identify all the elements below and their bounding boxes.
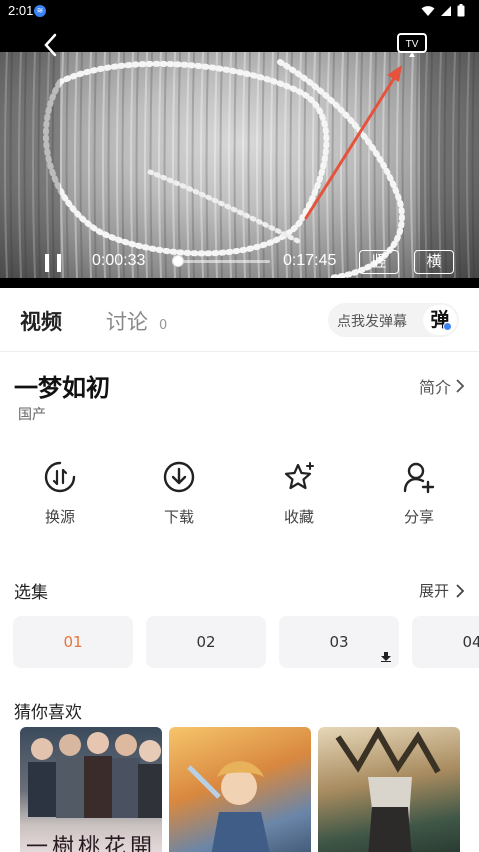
episode-number: 03 xyxy=(329,633,349,651)
show-region: 国产 xyxy=(18,407,46,423)
action-label: 分享 xyxy=(403,508,434,526)
signal-icon xyxy=(441,5,451,16)
danmaku-prompt: 点我发弹幕 xyxy=(337,314,407,330)
intro-link[interactable]: 简介 xyxy=(419,374,465,398)
chevron-right-icon xyxy=(456,379,465,393)
battery-icon xyxy=(457,4,465,17)
landscape-button[interactable]: 横 xyxy=(414,250,454,274)
status-time: 2:01 xyxy=(8,3,34,18)
switch-source-button[interactable]: 换源 xyxy=(20,460,100,527)
total-time: 0:17:45 xyxy=(283,252,337,269)
show-title: 一梦如初 xyxy=(14,374,110,402)
annotation-arrow xyxy=(304,65,402,220)
video-player[interactable]: TV 0:00:33 0:17:45 竖 横 xyxy=(0,22,479,288)
action-label: 换源 xyxy=(44,508,75,526)
discuss-count: 0 xyxy=(159,318,168,333)
share-button[interactable]: 分享 xyxy=(379,460,459,527)
tab-discuss[interactable]: 讨论 xyxy=(106,306,148,336)
status-icons xyxy=(421,4,465,17)
episode-item[interactable]: 01 xyxy=(13,616,133,668)
episode-list: 01 02 03 04 xyxy=(13,616,479,668)
star-icon xyxy=(284,462,314,490)
recommend-poster[interactable] xyxy=(318,727,460,852)
pause-button[interactable] xyxy=(42,252,66,274)
recommend-list: 一樹桃花開 xyxy=(20,727,479,852)
danmaku-input-button[interactable]: 点我发弹幕 弹 xyxy=(328,303,459,337)
status-bar: 2:01 ≋ xyxy=(0,0,479,22)
recommend-heading: 猜你喜欢 xyxy=(14,703,82,723)
action-bar: 换源 下载 收藏 分享 xyxy=(0,460,479,530)
expand-label: 展开 xyxy=(418,582,449,600)
recommend-poster[interactable]: 一樹桃花開 xyxy=(20,727,162,852)
episodes-heading: 选集 xyxy=(14,583,48,603)
poster-caption: 一樹桃花開 xyxy=(25,835,156,852)
poster-image xyxy=(335,727,441,852)
portrait-button[interactable]: 竖 xyxy=(359,250,399,274)
seek-handle[interactable] xyxy=(172,255,184,267)
action-label: 下载 xyxy=(163,508,194,526)
detail-tabs: 视频 讨论 0 点我发弹幕 弹 xyxy=(0,288,479,352)
current-time: 0:00:33 xyxy=(92,252,146,269)
recommend-poster[interactable] xyxy=(169,727,311,852)
share-icon xyxy=(403,462,435,494)
poster-image xyxy=(187,761,270,852)
notification-icon: ≋ xyxy=(34,5,46,17)
download-icon xyxy=(163,461,195,493)
favorite-button[interactable]: 收藏 xyxy=(259,460,339,527)
episode-item[interactable]: 02 xyxy=(146,616,266,668)
poster-image xyxy=(28,732,162,818)
switch-source-icon xyxy=(44,461,76,493)
expand-episodes-button[interactable]: 展开 xyxy=(419,580,465,601)
danmaku-toggle-button[interactable]: 弹 xyxy=(423,305,457,335)
tab-video[interactable]: 视频 xyxy=(20,306,62,336)
episode-item[interactable]: 04 xyxy=(412,616,479,668)
chevron-right-icon xyxy=(456,583,465,598)
episode-item[interactable]: 03 xyxy=(279,616,399,668)
seek-bar[interactable] xyxy=(172,255,270,267)
download-button[interactable]: 下载 xyxy=(139,460,219,527)
downloaded-icon xyxy=(381,652,391,662)
wifi-icon xyxy=(421,5,435,16)
intro-label: 简介 xyxy=(418,378,451,397)
action-label: 收藏 xyxy=(283,508,314,526)
check-badge-icon xyxy=(443,322,452,331)
